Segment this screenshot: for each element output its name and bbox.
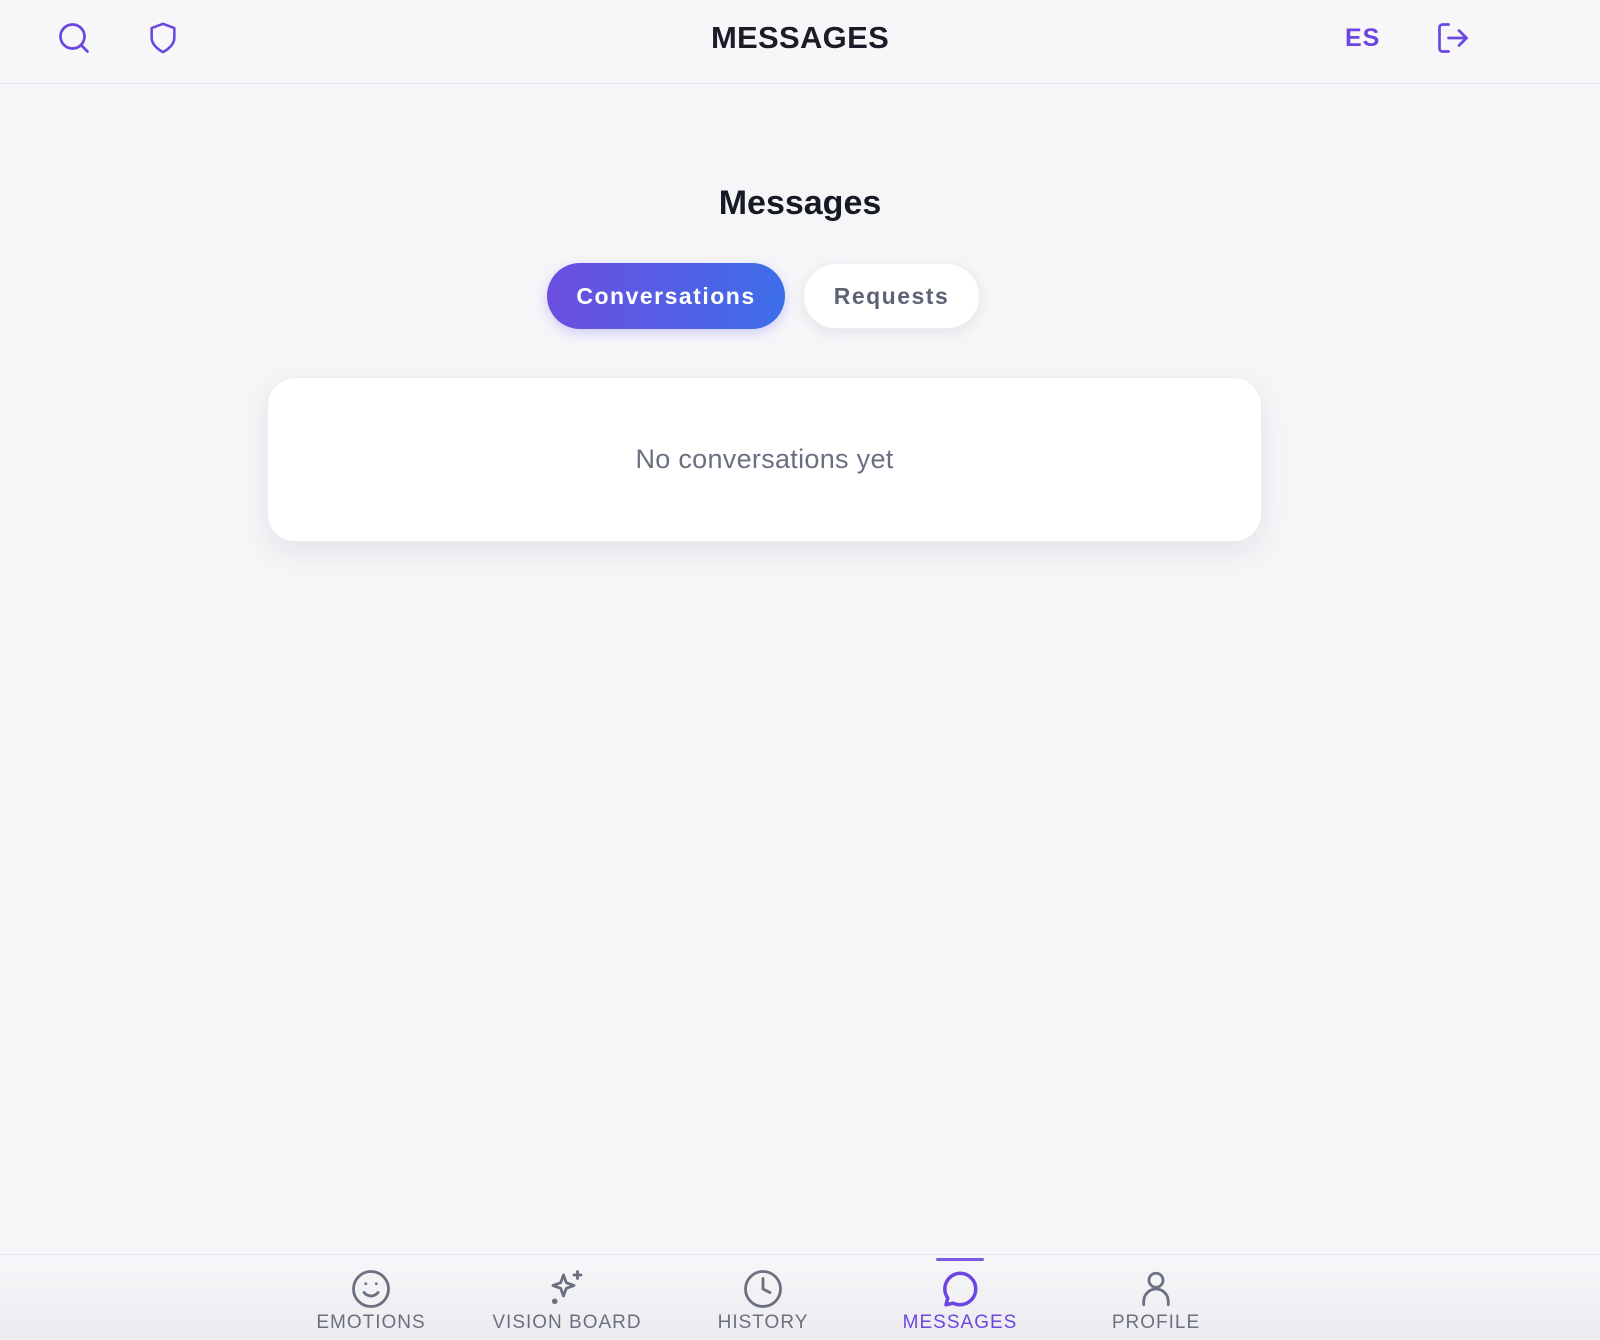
nav-label-emotions: EMOTIONS bbox=[316, 1312, 426, 1333]
nav-item-messages[interactable]: MESSAGES bbox=[900, 1255, 1020, 1340]
language-toggle[interactable]: ES bbox=[1345, 24, 1380, 53]
smile-icon bbox=[352, 1270, 390, 1308]
active-indicator bbox=[936, 1258, 984, 1261]
page-title: Messages bbox=[718, 184, 882, 222]
logout-icon bbox=[1438, 23, 1468, 53]
nav-label-messages: MESSAGES bbox=[902, 1312, 1018, 1333]
chat-bubble-icon bbox=[943, 1271, 978, 1307]
top-bar: MESSAGES ES bbox=[0, 0, 1600, 84]
nav-item-history[interactable]: HISTORY bbox=[713, 1255, 813, 1340]
empty-state-text: No conversations yet bbox=[635, 444, 894, 474]
sparkles-icon bbox=[551, 1270, 583, 1305]
nav-label-vision-board: VISION BOARD bbox=[492, 1312, 642, 1333]
tab-requests[interactable]: Requests bbox=[803, 263, 980, 329]
clock-icon bbox=[744, 1270, 782, 1308]
nav-label-history: HISTORY bbox=[717, 1312, 809, 1333]
bottom-nav: EMOTIONS VISION BOARD HISTORY MESSAGES P… bbox=[0, 1254, 1600, 1339]
nav-item-profile[interactable]: PROFILE bbox=[1106, 1255, 1206, 1340]
user-icon bbox=[1142, 1271, 1170, 1307]
conversations-list-card: No conversations yet bbox=[267, 377, 1262, 542]
nav-label-profile: PROFILE bbox=[1111, 1312, 1201, 1333]
nav-item-emotions[interactable]: EMOTIONS bbox=[316, 1255, 425, 1340]
logout-button[interactable] bbox=[1433, 18, 1473, 58]
tab-conversations[interactable]: Conversations bbox=[547, 263, 785, 329]
message-tabs: Conversations Requests bbox=[0, 263, 1600, 329]
nav-item-vision-board[interactable]: VISION BOARD bbox=[487, 1255, 647, 1340]
